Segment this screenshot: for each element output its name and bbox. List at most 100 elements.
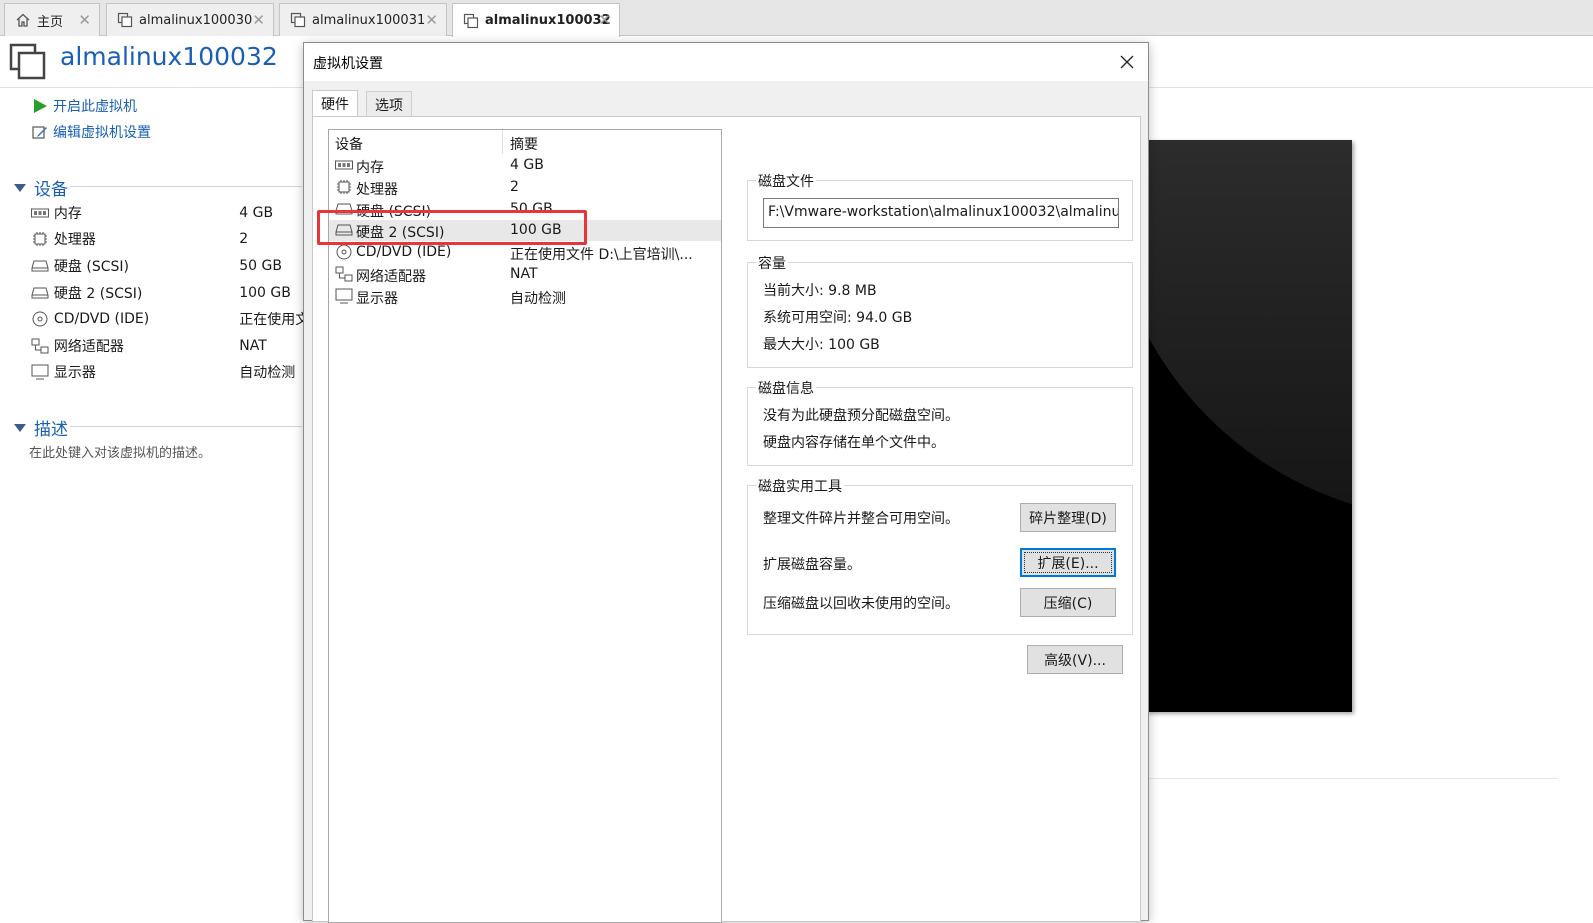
device-name: 显示器 xyxy=(53,365,96,381)
device-name: 硬盘 (SCSI) xyxy=(53,259,129,275)
tab-home[interactable]: 主页 ✕ xyxy=(4,3,100,36)
monitor-icon xyxy=(334,288,354,304)
device-name: CD/DVD (IDE) xyxy=(356,244,452,260)
expand-text: 扩展磁盘容量。 xyxy=(763,557,861,573)
cdrom-icon xyxy=(334,244,354,260)
disk-utilities-group: 磁盘实用工具 整理文件碎片并整合可用空间。 碎片整理(D) 扩展磁盘容量。 扩展… xyxy=(747,476,1133,635)
list-item-network[interactable]: 网络适配器 NAT xyxy=(329,264,721,285)
group-label: 容量 xyxy=(756,253,788,273)
vm-icon xyxy=(290,12,306,28)
description-section-toggle[interactable]: 描述 xyxy=(14,415,68,440)
device-name: 处理器 xyxy=(356,182,398,198)
vm-icon xyxy=(463,13,479,29)
device-row-processor[interactable]: 处理器 2 xyxy=(30,228,305,250)
compact-button[interactable]: 压缩(C) xyxy=(1020,588,1116,617)
memory-icon xyxy=(334,157,354,173)
device-name: 网络适配器 xyxy=(53,339,124,355)
device-value: 4 GB xyxy=(239,205,274,221)
group-label: 磁盘实用工具 xyxy=(756,476,844,496)
play-icon xyxy=(34,99,47,113)
device-value: 50 GB xyxy=(239,258,282,274)
device-summary: NAT xyxy=(510,266,538,282)
list-item-cdrom[interactable]: CD/DVD (IDE) 正在使用文件 D:\上官培训\... xyxy=(329,242,721,263)
device-list-header: 设备 摘要 xyxy=(329,130,721,154)
disk-file-path-field[interactable]: F:\Vmware-workstation\almalinux100032\al… xyxy=(763,198,1119,228)
power-on-label: 开启此虚拟机 xyxy=(53,99,137,115)
list-item-processor[interactable]: 处理器 2 xyxy=(329,177,721,198)
list-item-monitor[interactable]: 显示器 自动检测 xyxy=(329,286,721,307)
edit-settings-button[interactable]: 编辑虚拟机设置 xyxy=(32,122,151,142)
edit-settings-label: 编辑虚拟机设置 xyxy=(53,125,151,141)
processor-icon xyxy=(30,231,50,247)
tab-almalinux100030[interactable]: almalinux100030 ✕ xyxy=(106,3,274,36)
vm-screen-preview[interactable] xyxy=(1146,140,1352,712)
home-icon xyxy=(15,12,31,28)
device-name: 网络适配器 xyxy=(356,269,426,285)
expand-button[interactable]: 扩展(E)... xyxy=(1020,548,1116,577)
device-summary: 正在使用文件 D:\上官培训\... xyxy=(510,247,693,263)
device-row-harddisk-2[interactable]: 硬盘 2 (SCSI) 100 GB xyxy=(30,282,305,304)
device-row-network[interactable]: 网络适配器 NAT xyxy=(30,335,305,357)
memory-icon xyxy=(30,205,50,221)
device-summary: 自动检测 xyxy=(510,291,566,307)
tab-almalinux100031[interactable]: almalinux100031 ✕ xyxy=(279,3,447,36)
power-on-button[interactable]: 开启此虚拟机 xyxy=(32,96,137,116)
close-icon[interactable]: ✕ xyxy=(78,11,91,29)
defrag-button[interactable]: 碎片整理(D) xyxy=(1020,503,1116,532)
device-summary: 2 xyxy=(510,179,519,195)
device-name: 硬盘 2 (SCSI) xyxy=(53,286,143,302)
column-header-device[interactable]: 设备 xyxy=(335,134,363,154)
device-value: 正在使用文 xyxy=(239,312,305,328)
divider xyxy=(70,426,302,427)
tab-almalinux100032[interactable]: almalinux100032 ✕ xyxy=(452,3,620,37)
processor-icon xyxy=(334,179,354,195)
max-size-text: 最大大小: 100 GB xyxy=(763,337,880,353)
device-name: 内存 xyxy=(356,160,384,176)
close-button[interactable] xyxy=(1114,49,1140,75)
tab-hardware[interactable]: 硬件 xyxy=(312,90,358,117)
collapse-caret-icon xyxy=(14,183,26,192)
list-item-memory[interactable]: 内存 4 GB xyxy=(329,155,721,176)
capacity-group: 容量 当前大小: 9.8 MB 系统可用空间: 94.0 GB 最大大小: 10… xyxy=(747,253,1133,368)
device-row-monitor[interactable]: 显示器 自动检测 xyxy=(30,361,305,383)
device-name: 内存 xyxy=(53,206,82,222)
free-space-text: 系统可用空间: 94.0 GB xyxy=(763,310,913,326)
dialog-title: 虚拟机设置 xyxy=(313,56,383,72)
vm-icon xyxy=(117,12,133,28)
device-row-cdrom[interactable]: CD/DVD (IDE) 正在使用文 xyxy=(30,308,305,330)
cdrom-icon xyxy=(30,311,50,327)
device-row-harddisk[interactable]: 硬盘 (SCSI) 50 GB xyxy=(30,255,305,277)
disk-info-group: 磁盘信息 没有为此硬盘预分配磁盘空间。 硬盘内容存储在单个文件中。 xyxy=(747,378,1133,466)
close-icon[interactable]: ✕ xyxy=(252,11,265,29)
preview-gloss xyxy=(1146,140,1352,520)
description-input[interactable]: 在此处键入对该虚拟机的描述。 xyxy=(29,442,211,461)
current-size-text: 当前大小: 9.8 MB xyxy=(763,283,877,299)
network-icon xyxy=(30,338,50,354)
tab-bar: 主页 ✕ almalinux100030 ✕ almalinux100031 ✕… xyxy=(0,0,1593,37)
column-separator[interactable] xyxy=(502,130,503,154)
devices-section-toggle[interactable]: 设备 xyxy=(14,175,68,200)
tab-label: 主页 xyxy=(37,14,64,30)
tab-options[interactable]: 选项 xyxy=(366,91,412,117)
group-label: 磁盘文件 xyxy=(756,171,816,191)
tab-label: almalinux100031 xyxy=(312,12,426,28)
dialog-titlebar[interactable]: 虚拟机设置 xyxy=(304,43,1148,81)
device-value: 100 GB xyxy=(239,285,291,301)
device-name: 显示器 xyxy=(356,291,398,307)
group-label: 磁盘信息 xyxy=(756,378,816,398)
column-header-summary[interactable]: 摘要 xyxy=(510,134,538,154)
disk-file-group: 磁盘文件 F:\Vmware-workstation\almalinux1000… xyxy=(747,171,1133,241)
close-icon[interactable]: ✕ xyxy=(598,11,611,29)
advanced-button[interactable]: 高级(V)... xyxy=(1027,645,1123,674)
vm-settings-dialog: 虚拟机设置 硬件 选项 设备 摘要 内存 4 GB 处理器 2 硬盘 (SCSI… xyxy=(303,42,1149,923)
devices-heading: 设备 xyxy=(34,180,68,200)
device-summary: 4 GB xyxy=(510,157,544,173)
device-list[interactable]: 设备 摘要 内存 4 GB 处理器 2 硬盘 (SCSI) 50 GB 硬盘 2… xyxy=(328,129,722,923)
divider xyxy=(1146,778,1558,779)
tab-label: almalinux100032 xyxy=(485,13,611,28)
close-icon[interactable]: ✕ xyxy=(425,11,438,29)
device-row-memory[interactable]: 内存 4 GB xyxy=(30,202,305,224)
annotation-highlight-box xyxy=(317,210,587,245)
harddisk-icon xyxy=(30,258,50,274)
defrag-text: 整理文件碎片并整合可用空间。 xyxy=(763,511,959,527)
